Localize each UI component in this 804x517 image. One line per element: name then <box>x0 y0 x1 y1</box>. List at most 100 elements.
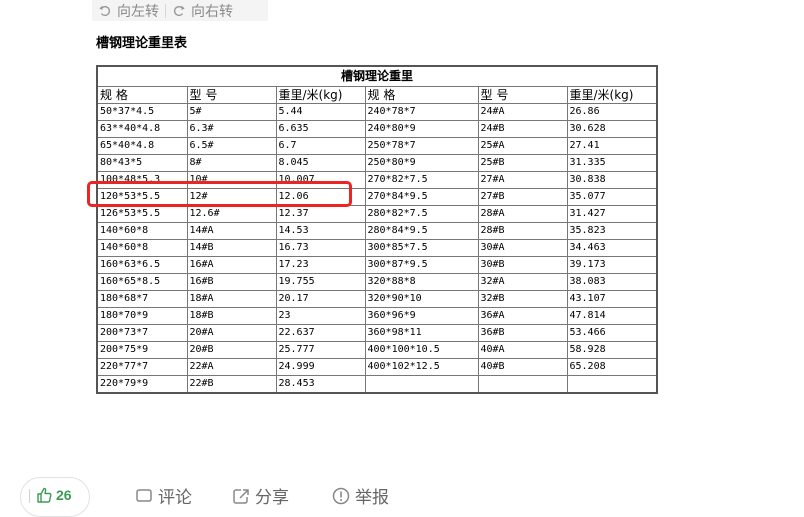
comment-label: 评论 <box>158 488 192 507</box>
cell-weight: 53.466 <box>566 324 658 342</box>
cell-spec: 160*65*8.5 <box>96 273 188 291</box>
cell-weight: 10.007 <box>275 171 366 189</box>
warning-icon <box>332 487 350 504</box>
cell-weight: 30.628 <box>566 120 658 138</box>
cell-model: 25#A <box>477 137 568 155</box>
cell-weight: 8.045 <box>275 154 366 172</box>
cell-weight: 38.083 <box>566 273 658 291</box>
report-button[interactable]: 举报 <box>332 483 389 508</box>
cell-model: 22#B <box>186 375 277 394</box>
cell-model: 20#B <box>186 341 277 359</box>
cell-weight: 27.41 <box>566 137 658 155</box>
cell-weight: 14.53 <box>275 222 366 240</box>
header-spec: 规 格 <box>364 86 479 104</box>
cell-model: 36#A <box>477 307 568 325</box>
cell-spec: 240*80*9 <box>364 120 479 138</box>
cell-spec: 320*88*8 <box>364 273 479 291</box>
table-row: 126*53*5.5 12.6# 12.37 280*82*7.5 28#A 31.427 <box>96 205 658 223</box>
table-row: 180*68*7 18#A 20.17 320*90*10 32#B 43.107 <box>96 290 658 308</box>
cell-weight: 16.73 <box>275 239 366 257</box>
cell-spec: 400*100*10.5 <box>364 341 479 359</box>
cell-weight: 6.635 <box>275 120 366 138</box>
cell-weight: 34.463 <box>566 239 658 257</box>
cell-weight: 24.999 <box>275 358 366 376</box>
table-row: 180*70*9 18#B 23 360*96*9 36#A 47.814 <box>96 307 658 325</box>
action-bar: 26 评论 分享 举报 <box>0 471 804 517</box>
cell-model: 10# <box>186 171 277 189</box>
report-label: 举报 <box>355 488 389 507</box>
cell-spec: 220*77*7 <box>96 358 188 376</box>
table-row: 63**40*4.8 6.3# 6.635 240*80*9 24#B 30.628 <box>96 120 658 138</box>
cell-model <box>477 375 568 394</box>
comment-button[interactable]: 评论 <box>135 483 192 508</box>
cell-model: 18#B <box>186 307 277 325</box>
cell-model: 12# <box>186 188 277 206</box>
table-row: 160*65*8.5 16#B 19.755 320*88*8 32#A 38.083 <box>96 273 658 291</box>
table-caption: 槽钢理论重里 <box>96 65 658 87</box>
cell-weight: 47.814 <box>566 307 658 325</box>
cell-model: 24#A <box>477 103 568 121</box>
table-header-row: 规 格 型 号 重里/米(kg) 规 格 型 号 重里/米(kg) <box>96 86 658 104</box>
cell-model: 6.5# <box>186 137 277 155</box>
cell-spec: 65*40*4.8 <box>96 137 188 155</box>
cell-model: 25#B <box>477 154 568 172</box>
header-model: 型 号 <box>477 86 568 104</box>
cell-spec: 250*78*7 <box>364 137 479 155</box>
header-weight: 重里/米(kg) <box>566 86 658 104</box>
cell-model: 30#B <box>477 256 568 274</box>
cell-weight: 65.208 <box>566 358 658 376</box>
rotate-left-label: 向左转 <box>117 2 159 19</box>
cell-weight: 6.7 <box>275 137 366 155</box>
cell-model: 30#A <box>477 239 568 257</box>
cell-model: 32#B <box>477 290 568 308</box>
share-label: 分享 <box>255 488 289 507</box>
table-row: 140*60*8 14#B 16.73 300*85*7.5 30#A 34.463 <box>96 239 658 257</box>
header-spec: 规 格 <box>96 86 188 104</box>
table-row: 80*43*5 8# 8.045 250*80*9 25#B 31.335 <box>96 154 658 172</box>
cell-model: 27#A <box>477 171 568 189</box>
share-button[interactable]: 分享 <box>232 483 289 508</box>
cell-spec: 280*82*7.5 <box>364 205 479 223</box>
cell-model: 40#A <box>477 341 568 359</box>
rotate-left-button[interactable]: 向左转 <box>92 1 165 21</box>
cell-model: 32#A <box>477 273 568 291</box>
cell-model: 14#B <box>186 239 277 257</box>
cell-spec: 300*87*9.5 <box>364 256 479 274</box>
table-row: 120*53*5.5 12# 12.06 270*84*9.5 27#B 35.077 <box>96 188 658 206</box>
cell-spec: 80*43*5 <box>96 154 188 172</box>
cell-spec: 63**40*4.8 <box>96 120 188 138</box>
channel-steel-weight-table: 槽钢理论重里 规 格 型 号 重里/米(kg) 规 格 型 号 重里/米(kg)… <box>96 65 658 394</box>
cell-model: 27#B <box>477 188 568 206</box>
cell-spec: 100*48*5.3 <box>96 171 188 189</box>
document-title: 槽钢理论重里表 <box>96 36 188 51</box>
cell-model: 28#A <box>477 205 568 223</box>
cell-weight: 19.755 <box>275 273 366 291</box>
cell-model: 6.3# <box>186 120 277 138</box>
rotate-right-button[interactable]: 向右转 <box>166 1 239 21</box>
cell-model: 24#B <box>477 120 568 138</box>
cell-spec: 160*63*6.5 <box>96 256 188 274</box>
table-row: 200*75*9 20#B 25.777 400*100*10.5 40#A 58.928 <box>96 341 658 359</box>
cell-model: 40#B <box>477 358 568 376</box>
cell-spec: 250*80*9 <box>364 154 479 172</box>
cell-spec: 360*98*11 <box>364 324 479 342</box>
cell-model: 16#B <box>186 273 277 291</box>
cell-model: 14#A <box>186 222 277 240</box>
cell-model: 22#A <box>186 358 277 376</box>
cell-weight: 26.86 <box>566 103 658 121</box>
cell-weight: 20.17 <box>275 290 366 308</box>
like-button[interactable]: 26 <box>20 477 90 517</box>
rotate-right-label: 向右转 <box>191 2 233 19</box>
cell-weight: 28.453 <box>275 375 366 394</box>
cell-weight: 23 <box>275 307 366 325</box>
table-row: 160*63*6.5 16#A 17.23 300*87*9.5 30#B 39.173 <box>96 256 658 274</box>
cell-spec: 50*37*4.5 <box>96 103 188 121</box>
cell-model: 18#A <box>186 290 277 308</box>
cell-model: 20#A <box>186 324 277 342</box>
table-row: 65*40*4.8 6.5# 6.7 250*78*7 25#A 27.41 <box>96 137 658 155</box>
cell-weight: 31.335 <box>566 154 658 172</box>
comment-icon <box>136 488 152 502</box>
cell-weight: 30.838 <box>566 171 658 189</box>
cell-spec: 180*70*9 <box>96 307 188 325</box>
cell-weight: 35.077 <box>566 188 658 206</box>
